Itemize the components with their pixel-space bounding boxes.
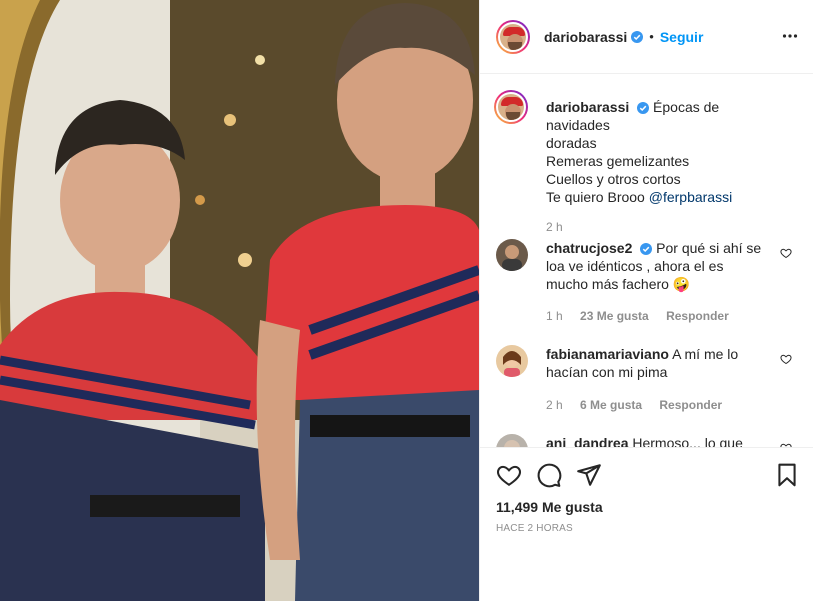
comment-username[interactable]: ani_dandrea [546,435,628,447]
post-sidebar: dariobarassi • Seguir dariobarassi Época… [479,0,813,601]
commenter-avatar[interactable] [496,239,528,271]
bookmark-icon[interactable] [774,462,800,488]
comment-line: Hermoso... lo que [632,435,743,447]
comments-list[interactable]: dariobarassi Épocas de navidades doradas… [480,74,813,447]
post-actions: 11,499 Me gusta HACE 2 HORAS [480,447,813,601]
comment-line: hacían con mi pima [546,364,668,380]
comment-time[interactable]: 1 h [546,309,563,323]
comment-username[interactable]: fabianamariaviano [546,346,669,362]
comment-meta: 1 h 23 Me gusta Responder [546,309,743,323]
comment-line: loa ve idénticos , ahora el es [546,258,724,274]
comment-line: A mí me lo [672,346,739,362]
comment-icon[interactable] [536,462,562,488]
comment-username[interactable]: chatrucjose2 [546,240,632,256]
comment-likes[interactable]: 23 Me gusta [580,309,649,323]
caption-time[interactable]: 2 h [546,220,563,234]
share-icon[interactable] [576,462,602,488]
verified-badge-icon [637,102,650,115]
caption-mention[interactable]: @ferpbarassi [649,189,732,205]
comment-text: chatrucjose2 Por qué si ahí se loa ve id… [546,239,776,293]
separator-dot: • [649,29,654,44]
comment-meta: 2 h 6 Me gusta Responder [546,398,736,412]
caption-meta: 2 h [546,220,577,234]
reply-button[interactable]: Responder [659,398,722,412]
likes-count[interactable]: 11,499 Me gusta [496,499,603,515]
caption-line: Remeras gemelizantes [546,153,690,169]
comment-text: fabianamariaviano A mí me lo hacían con … [546,345,776,381]
author-username[interactable]: dariobarassi [544,29,627,45]
verified-badge-icon [631,30,644,43]
caption-avatar[interactable] [494,90,528,124]
commenter-avatar[interactable] [496,345,528,377]
post-time-ago[interactable]: HACE 2 HORAS [496,523,573,534]
caption-line: Cuellos y otros cortos [546,171,681,187]
comment-time[interactable]: 2 h [546,398,563,412]
like-comment-heart-icon[interactable] [780,247,792,259]
verified-badge-icon [640,243,653,256]
post-header: dariobarassi • Seguir [480,0,813,74]
caption-line: doradas [546,135,597,151]
follow-button[interactable]: Seguir [660,29,704,45]
caption-text: dariobarassi Épocas de navidades doradas… [546,98,776,206]
post-photo-illustration [0,0,479,601]
comment-line: mucho más fachero 🤪 [546,276,691,292]
author-avatar[interactable] [496,19,530,54]
heart-icon[interactable] [496,462,522,488]
reply-button[interactable]: Responder [666,309,729,323]
post-photo[interactable] [0,0,479,601]
comment-line: Por qué si ahí se [656,240,762,256]
caption-line: Te quiero Brooo [546,189,649,205]
comment-likes[interactable]: 6 Me gusta [580,398,642,412]
commenter-avatar[interactable] [496,434,528,447]
more-horizontal-icon[interactable] [782,28,798,44]
like-comment-heart-icon[interactable] [780,353,792,365]
comment-text: ani_dandrea Hermoso... lo que [546,434,776,447]
caption-username[interactable]: dariobarassi [546,99,629,115]
